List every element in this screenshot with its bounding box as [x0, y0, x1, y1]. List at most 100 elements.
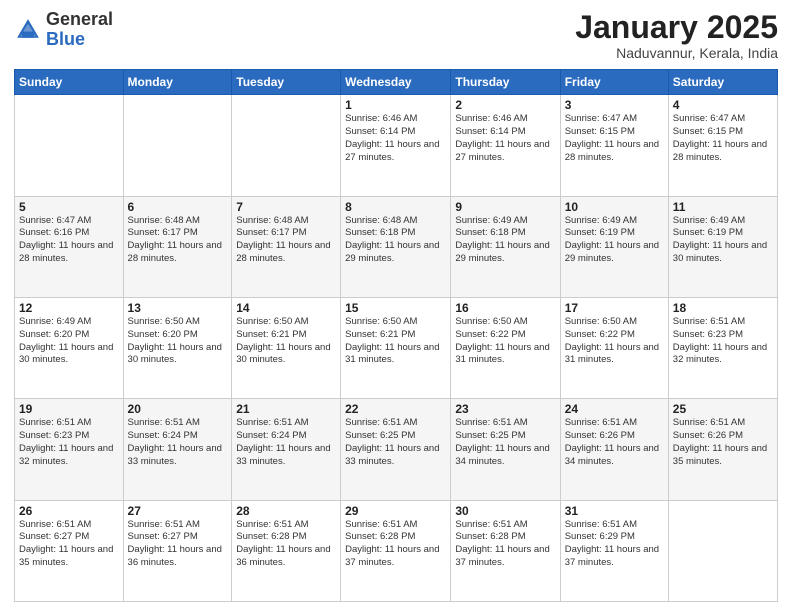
- col-friday: Friday: [560, 70, 668, 95]
- table-row: 24Sunrise: 6:51 AMSunset: 6:26 PMDayligh…: [560, 399, 668, 500]
- day-info: Sunrise: 6:51 AMSunset: 6:26 PMDaylight:…: [673, 417, 773, 468]
- logo-blue: Blue: [46, 29, 85, 49]
- day-info: Sunrise: 6:51 AMSunset: 6:28 PMDaylight:…: [455, 519, 555, 570]
- day-number: 2: [455, 98, 555, 112]
- table-row: 7Sunrise: 6:48 AMSunset: 6:17 PMDaylight…: [232, 196, 341, 297]
- day-number: 5: [19, 200, 119, 214]
- table-row: 4Sunrise: 6:47 AMSunset: 6:15 PMDaylight…: [668, 95, 777, 196]
- day-number: 11: [673, 200, 773, 214]
- day-number: 4: [673, 98, 773, 112]
- day-number: 3: [565, 98, 664, 112]
- table-row: 25Sunrise: 6:51 AMSunset: 6:26 PMDayligh…: [668, 399, 777, 500]
- day-number: 23: [455, 402, 555, 416]
- day-info: Sunrise: 6:51 AMSunset: 6:24 PMDaylight:…: [128, 417, 228, 468]
- day-info: Sunrise: 6:50 AMSunset: 6:20 PMDaylight:…: [128, 316, 228, 367]
- calendar-table: Sunday Monday Tuesday Wednesday Thursday…: [14, 69, 778, 602]
- table-row: 20Sunrise: 6:51 AMSunset: 6:24 PMDayligh…: [123, 399, 232, 500]
- table-row: 22Sunrise: 6:51 AMSunset: 6:25 PMDayligh…: [341, 399, 451, 500]
- day-number: 13: [128, 301, 228, 315]
- day-number: 29: [345, 504, 446, 518]
- table-row: 28Sunrise: 6:51 AMSunset: 6:28 PMDayligh…: [232, 500, 341, 601]
- day-number: 28: [236, 504, 336, 518]
- table-row: 2Sunrise: 6:46 AMSunset: 6:14 PMDaylight…: [451, 95, 560, 196]
- day-number: 1: [345, 98, 446, 112]
- header: General Blue January 2025 Naduvannur, Ke…: [14, 10, 778, 61]
- day-number: 7: [236, 200, 336, 214]
- day-info: Sunrise: 6:48 AMSunset: 6:17 PMDaylight:…: [236, 215, 336, 266]
- calendar-week-row: 1Sunrise: 6:46 AMSunset: 6:14 PMDaylight…: [15, 95, 778, 196]
- day-number: 20: [128, 402, 228, 416]
- day-number: 18: [673, 301, 773, 315]
- day-number: 30: [455, 504, 555, 518]
- day-number: 15: [345, 301, 446, 315]
- table-row: 21Sunrise: 6:51 AMSunset: 6:24 PMDayligh…: [232, 399, 341, 500]
- table-row: 26Sunrise: 6:51 AMSunset: 6:27 PMDayligh…: [15, 500, 124, 601]
- day-number: 14: [236, 301, 336, 315]
- day-info: Sunrise: 6:50 AMSunset: 6:22 PMDaylight:…: [565, 316, 664, 367]
- day-number: 17: [565, 301, 664, 315]
- col-tuesday: Tuesday: [232, 70, 341, 95]
- table-row: 16Sunrise: 6:50 AMSunset: 6:22 PMDayligh…: [451, 297, 560, 398]
- table-row: [15, 95, 124, 196]
- day-info: Sunrise: 6:46 AMSunset: 6:14 PMDaylight:…: [345, 113, 446, 164]
- day-number: 9: [455, 200, 555, 214]
- day-number: 16: [455, 301, 555, 315]
- title-location: Naduvannur, Kerala, India: [575, 45, 778, 61]
- day-info: Sunrise: 6:51 AMSunset: 6:23 PMDaylight:…: [19, 417, 119, 468]
- day-info: Sunrise: 6:48 AMSunset: 6:18 PMDaylight:…: [345, 215, 446, 266]
- day-number: 26: [19, 504, 119, 518]
- title-month: January 2025: [575, 10, 778, 45]
- table-row: 6Sunrise: 6:48 AMSunset: 6:17 PMDaylight…: [123, 196, 232, 297]
- table-row: 3Sunrise: 6:47 AMSunset: 6:15 PMDaylight…: [560, 95, 668, 196]
- day-number: 24: [565, 402, 664, 416]
- day-number: 12: [19, 301, 119, 315]
- day-info: Sunrise: 6:51 AMSunset: 6:28 PMDaylight:…: [345, 519, 446, 570]
- calendar-week-row: 19Sunrise: 6:51 AMSunset: 6:23 PMDayligh…: [15, 399, 778, 500]
- table-row: 8Sunrise: 6:48 AMSunset: 6:18 PMDaylight…: [341, 196, 451, 297]
- table-row: [668, 500, 777, 601]
- page: General Blue January 2025 Naduvannur, Ke…: [0, 0, 792, 612]
- day-number: 19: [19, 402, 119, 416]
- day-info: Sunrise: 6:51 AMSunset: 6:28 PMDaylight:…: [236, 519, 336, 570]
- day-info: Sunrise: 6:49 AMSunset: 6:20 PMDaylight:…: [19, 316, 119, 367]
- table-row: 1Sunrise: 6:46 AMSunset: 6:14 PMDaylight…: [341, 95, 451, 196]
- table-row: 15Sunrise: 6:50 AMSunset: 6:21 PMDayligh…: [341, 297, 451, 398]
- day-number: 25: [673, 402, 773, 416]
- day-number: 31: [565, 504, 664, 518]
- col-monday: Monday: [123, 70, 232, 95]
- table-row: 13Sunrise: 6:50 AMSunset: 6:20 PMDayligh…: [123, 297, 232, 398]
- day-info: Sunrise: 6:47 AMSunset: 6:16 PMDaylight:…: [19, 215, 119, 266]
- day-info: Sunrise: 6:51 AMSunset: 6:25 PMDaylight:…: [455, 417, 555, 468]
- day-info: Sunrise: 6:51 AMSunset: 6:29 PMDaylight:…: [565, 519, 664, 570]
- table-row: [232, 95, 341, 196]
- calendar-header-row: Sunday Monday Tuesday Wednesday Thursday…: [15, 70, 778, 95]
- col-wednesday: Wednesday: [341, 70, 451, 95]
- day-info: Sunrise: 6:47 AMSunset: 6:15 PMDaylight:…: [673, 113, 773, 164]
- day-info: Sunrise: 6:51 AMSunset: 6:24 PMDaylight:…: [236, 417, 336, 468]
- title-block: January 2025 Naduvannur, Kerala, India: [575, 10, 778, 61]
- day-info: Sunrise: 6:49 AMSunset: 6:19 PMDaylight:…: [565, 215, 664, 266]
- day-info: Sunrise: 6:50 AMSunset: 6:21 PMDaylight:…: [345, 316, 446, 367]
- table-row: 10Sunrise: 6:49 AMSunset: 6:19 PMDayligh…: [560, 196, 668, 297]
- day-info: Sunrise: 6:47 AMSunset: 6:15 PMDaylight:…: [565, 113, 664, 164]
- day-info: Sunrise: 6:51 AMSunset: 6:26 PMDaylight:…: [565, 417, 664, 468]
- table-row: [123, 95, 232, 196]
- day-number: 10: [565, 200, 664, 214]
- table-row: 30Sunrise: 6:51 AMSunset: 6:28 PMDayligh…: [451, 500, 560, 601]
- table-row: 23Sunrise: 6:51 AMSunset: 6:25 PMDayligh…: [451, 399, 560, 500]
- day-info: Sunrise: 6:50 AMSunset: 6:21 PMDaylight:…: [236, 316, 336, 367]
- table-row: 14Sunrise: 6:50 AMSunset: 6:21 PMDayligh…: [232, 297, 341, 398]
- col-sunday: Sunday: [15, 70, 124, 95]
- table-row: 29Sunrise: 6:51 AMSunset: 6:28 PMDayligh…: [341, 500, 451, 601]
- logo-text: General Blue: [46, 10, 113, 50]
- table-row: 18Sunrise: 6:51 AMSunset: 6:23 PMDayligh…: [668, 297, 777, 398]
- day-info: Sunrise: 6:51 AMSunset: 6:27 PMDaylight:…: [128, 519, 228, 570]
- calendar-week-row: 26 Sunrise: 6:51 AMSunset: 6:27 PMDayligh…: [15, 500, 778, 601]
- logo-icon: [14, 16, 42, 44]
- day-info: Sunrise: 6:51 AMSunset: 6:25 PMDaylight:…: [345, 417, 446, 468]
- table-row: 19Sunrise: 6:51 AMSunset: 6:23 PMDayligh…: [15, 399, 124, 500]
- table-row: 5Sunrise: 6:47 AMSunset: 6:16 PMDaylight…: [15, 196, 124, 297]
- col-saturday: Saturday: [668, 70, 777, 95]
- day-info: Sunrise: 6:49 AMSunset: 6:18 PMDaylight:…: [455, 215, 555, 266]
- logo-general: General: [46, 9, 113, 29]
